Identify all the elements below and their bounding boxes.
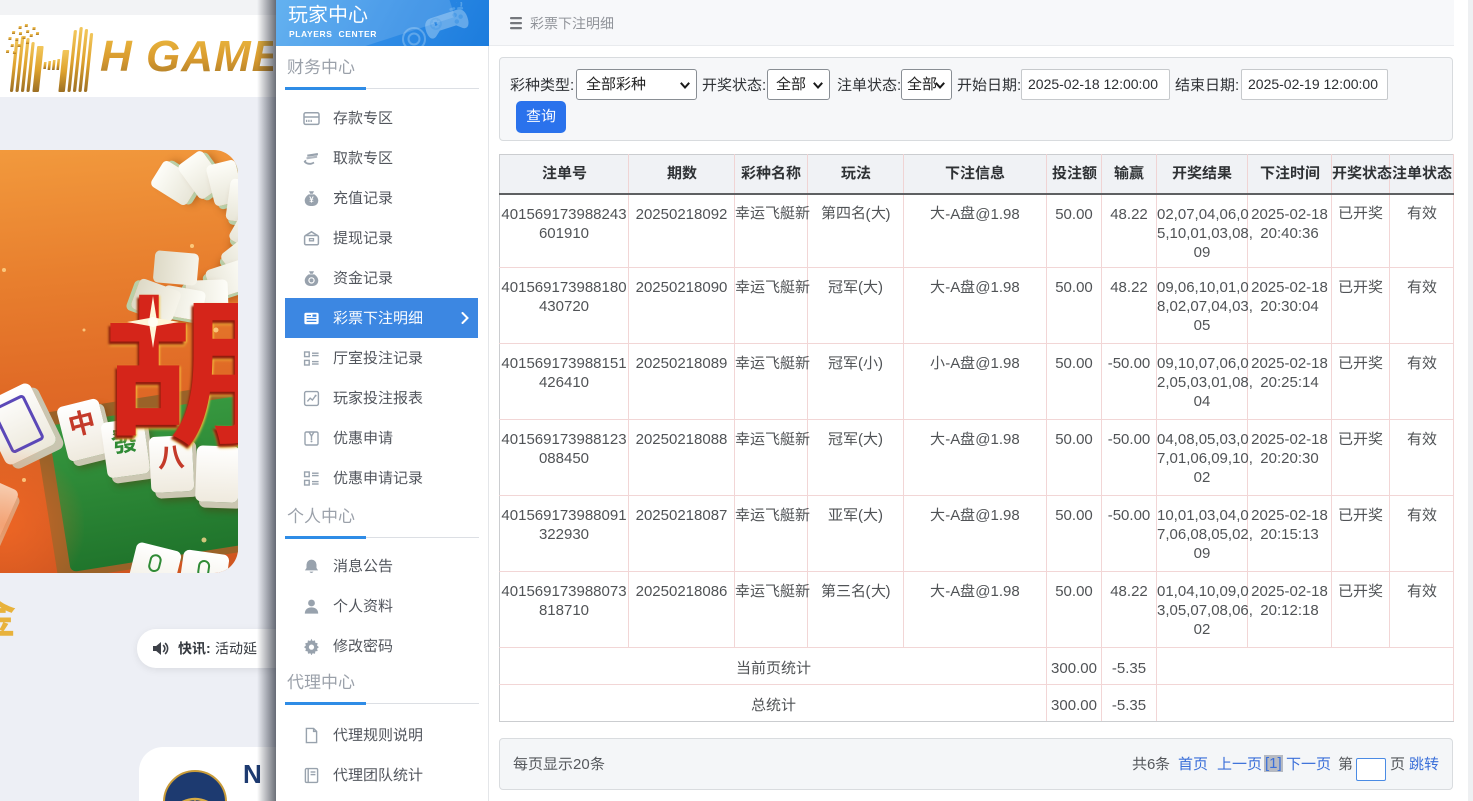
svg-text:¥: ¥ [309, 196, 314, 205]
svg-text:H GAME: H GAME [100, 32, 273, 81]
